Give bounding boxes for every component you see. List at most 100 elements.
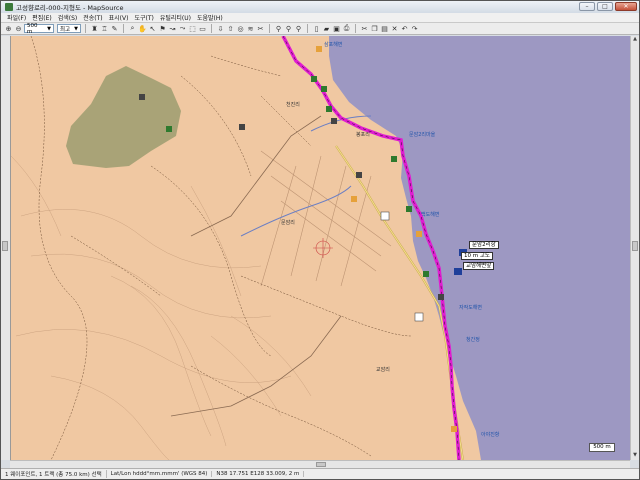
parking-icon[interactable] [139,94,145,100]
find-places-icon[interactable]: ♜ [90,24,99,33]
detail-select[interactable]: 최고 ▼ [57,24,81,33]
mapsource-window: 고성향로리-000-지형도 - MapSource – □ ✕ 파일(F) 편집… [0,0,640,480]
menu-transfer[interactable]: 전송(T) [80,13,105,22]
waypoint-flag-icon[interactable] [380,211,390,221]
lodging-icon[interactable] [326,106,332,112]
status-bar: 1 웨이포인트, 1 트랙 (총 75.0 km) 선택 Lat/Lon hdd… [1,468,639,479]
menu-utilities[interactable]: 유틸리티(U) [157,13,194,22]
zoom-tool-icon[interactable]: ⌕ [128,24,137,33]
map-tool-icon[interactable]: ▭ [198,24,207,33]
save-file-icon[interactable]: ▣ [332,24,341,33]
receive-from-device-icon[interactable]: ⇩ [216,24,225,33]
title-bar: 고성향로리-000-지형도 - MapSource – □ ✕ [1,1,639,13]
parking-icon[interactable] [356,172,362,178]
lodging-icon[interactable] [166,126,172,132]
left-panel-scrollbar[interactable] [1,36,10,460]
vertical-scroll-thumb[interactable] [632,241,638,251]
menu-view[interactable]: 표시(V) [106,13,132,22]
paste-icon[interactable]: ▤ [380,24,389,33]
restaurant-icon[interactable] [416,231,422,237]
binoculars-next-icon[interactable]: ⚲ [284,24,293,33]
restaurant-icon[interactable] [351,196,357,202]
map-label[interactable]: 문암리 [281,219,295,226]
new-file-icon[interactable]: ▯ [312,24,321,33]
menu-tools[interactable]: 도구(T) [131,13,156,22]
map-view[interactable]: 삼포해변 문암2리마을 백도해변 자작도해변 봉포리 천진리 청간정 아야진항 … [10,36,630,460]
binoculars-icon[interactable]: ⚲ [274,24,283,33]
lodging-icon[interactable] [406,206,412,212]
binoculars-prev-icon[interactable]: ⚲ [294,24,303,33]
redo-icon[interactable]: ↷ [410,24,419,33]
forest-area [66,66,181,168]
track-tool-icon[interactable]: ⤳ [178,24,187,33]
mapsource-app-icon [5,3,13,11]
minimize-button[interactable]: – [579,2,595,11]
track-filter-icon[interactable]: ≋ [246,24,255,33]
close-button[interactable]: ✕ [615,2,637,11]
lodging-icon[interactable] [391,156,397,162]
open-file-icon[interactable]: ▰ [322,24,331,33]
map-label[interactable]: 아야진항 [481,431,499,438]
cut-icon[interactable]: ✂ [360,24,369,33]
map-vertical-scrollbar[interactable]: ▲ ▼ [630,36,639,460]
status-selection: 1 웨이포인트, 1 트랙 (총 75.0 km) 선택 [1,470,107,478]
copy-icon[interactable]: ❐ [370,24,379,33]
zoom-out-icon[interactable]: ⊖ [14,24,23,33]
delete-icon[interactable]: ✕ [390,24,399,33]
pan-tool-icon[interactable]: ✋ [138,24,147,33]
find-address-icon[interactable]: ♖ [100,24,109,33]
left-panel-scroll-thumb[interactable] [2,241,8,251]
toolbar-separator [123,24,124,33]
realtime-tracking-icon[interactable]: ◎ [236,24,245,33]
map-label[interactable]: 봉포리 [356,131,370,138]
menu-search[interactable]: 검색(S) [55,13,81,22]
lodging-icon[interactable] [423,271,429,277]
map-canvas[interactable] [11,36,630,460]
lodging-icon[interactable] [311,76,317,82]
map-label[interactable]: 문암2리마을 [409,131,435,138]
scroll-down-icon[interactable]: ▼ [631,452,639,460]
map-horizontal-scrollbar[interactable] [10,460,630,468]
select-tool-icon[interactable]: ↖ [148,24,157,33]
map-label[interactable]: 삼포해변 [324,41,342,48]
map-label[interactable]: 천진리 [286,101,300,108]
toolbar-separator [85,24,86,33]
menu-edit[interactable]: 편집(E) [29,13,55,22]
chevron-down-icon: ▼ [74,25,78,32]
undo-icon[interactable]: ↶ [400,24,409,33]
restaurant-icon[interactable] [316,46,322,52]
local-road [190,115,322,237]
waypoint-tooltip-name: 문암2리항 [469,241,499,249]
restaurant-icon[interactable] [451,426,457,432]
gas-station-icon[interactable] [239,124,245,130]
zoom-scale-select[interactable]: 500 m ▼ [24,23,54,35]
route-tool-icon[interactable]: ↝ [168,24,177,33]
delete-track-icon[interactable]: ✂ [256,24,265,33]
map-label[interactable]: 청간정 [466,336,480,343]
bus-icon[interactable] [454,268,462,275]
menu-bar: 파일(F) 편집(E) 검색(S) 전송(T) 표시(V) 도구(T) 유틸리티… [1,13,639,23]
measure-tool-icon[interactable]: ⬚ [188,24,197,33]
parking-icon[interactable] [438,294,444,300]
scroll-up-icon[interactable]: ▲ [631,36,639,44]
window-controls: – □ ✕ [579,2,637,11]
menu-file[interactable]: 파일(F) [4,13,29,22]
status-cursor-position: N38 17.751 E128 33.009, 2 m [212,471,305,477]
lodging-icon[interactable] [321,86,327,92]
waypoint-flag-icon[interactable] [414,312,424,322]
map-scale-bar: 500 m [589,443,615,452]
menu-help[interactable]: 도움말(H) [194,13,226,22]
print-icon[interactable]: ⎙ [342,24,351,33]
waypoint-tool-icon[interactable]: ⚑ [158,24,167,33]
map-label[interactable]: 교암리 [376,366,390,373]
send-to-device-icon[interactable]: ⇧ [226,24,235,33]
horizontal-scroll-thumb[interactable] [316,462,326,467]
zoom-in-icon[interactable]: ⊕ [4,24,13,33]
map-label[interactable]: 자작도해변 [459,304,482,311]
find-nearby-icon[interactable]: ✎ [110,24,119,33]
maximize-button[interactable]: □ [597,2,613,11]
map-label[interactable]: 백도해변 [421,211,439,218]
waypoint-tooltip-elevation: 10 m 고도 [461,252,493,260]
parking-icon[interactable] [331,118,337,124]
waypoint-tooltip-place: 교암해변앞 [463,262,495,270]
